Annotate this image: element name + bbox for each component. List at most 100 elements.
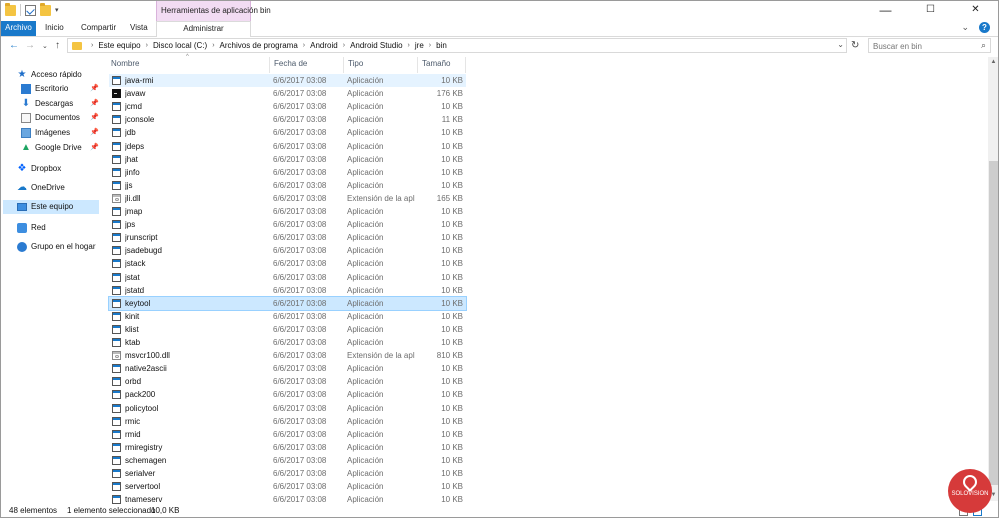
file-row[interactable]: jps 6/6/2017 03:08 Aplicación 10 KB <box>109 218 466 231</box>
address-bar[interactable]: › Este equipo › Disco local (C:) › Archi… <box>67 38 847 53</box>
file-row[interactable]: policytool 6/6/2017 03:08 Aplicación 10 KB <box>109 402 466 415</box>
nav-item-escritorio[interactable]: Escritorio 📌 <box>21 82 99 96</box>
nav-item-dropbox[interactable]: ❖ Dropbox <box>17 162 99 176</box>
file-row[interactable]: native2ascii 6/6/2017 03:08 Aplicación 10 K… <box>109 362 466 375</box>
breadcrumb-separator[interactable]: › <box>343 42 345 49</box>
breadcrumb-android[interactable]: Android <box>310 41 338 50</box>
file-size: 10 KB <box>441 324 463 334</box>
tab-administrar[interactable]: Administrar <box>156 21 251 37</box>
breadcrumb-disco-local[interactable]: Disco local (C:) <box>153 41 207 50</box>
column-header-type[interactable]: Tipo <box>344 57 418 73</box>
tab-archivo[interactable]: Archivo <box>1 21 36 36</box>
file-row[interactable]: pack200 6/6/2017 03:08 Aplicación 10 KB <box>109 388 466 401</box>
nav-item-imagenes[interactable]: Imágenes 📌 <box>21 126 99 140</box>
maximize-button[interactable]: ☐ <box>908 1 953 21</box>
breadcrumb-archivos-de-programa[interactable]: Archivos de programa <box>220 41 298 50</box>
file-row[interactable]: jstack 6/6/2017 03:08 Aplicación 10 KB <box>109 257 466 270</box>
file-row[interactable]: serialver 6/6/2017 03:08 Aplicación 10 KB <box>109 467 466 480</box>
minimize-button[interactable]: — <box>863 1 908 21</box>
column-header-size[interactable]: Tamaño <box>418 57 466 73</box>
file-row[interactable]: rmic 6/6/2017 03:08 Aplicación 10 KB <box>109 415 466 428</box>
nav-item-descargas[interactable]: ⬇ Descargas 📌 <box>21 97 99 111</box>
nav-item-label: OneDrive <box>31 183 65 192</box>
nav-item-grupo-en-el-hogar[interactable]: Grupo en el hogar <box>17 240 99 254</box>
file-name: jhat <box>125 154 138 164</box>
breadcrumb-android-studio[interactable]: Android Studio <box>350 41 402 50</box>
file-row[interactable]: jstatd 6/6/2017 03:08 Aplicación 10 KB <box>109 284 466 297</box>
search-box[interactable]: ⌕ <box>868 38 991 53</box>
expand-ribbon-icon[interactable]: ⌄ <box>961 22 969 33</box>
nav-item-onedrive[interactable]: ☁ OneDrive <box>17 181 99 195</box>
help-icon[interactable]: ? <box>979 22 990 33</box>
properties-icon[interactable] <box>25 4 36 16</box>
pin-icon: 📌 <box>90 100 99 107</box>
vertical-scrollbar[interactable]: ▲ ▼ <box>988 57 998 501</box>
file-size: 165 KB <box>436 193 463 203</box>
breadcrumb-separator[interactable]: › <box>429 42 431 49</box>
file-row[interactable]: jhat 6/6/2017 03:08 Aplicación 10 KB <box>109 153 466 166</box>
file-row[interactable]: jmap 6/6/2017 03:08 Aplicación 10 KB <box>109 205 466 218</box>
search-icon[interactable]: ⌕ <box>981 40 986 51</box>
file-size: 10 KB <box>441 482 463 492</box>
scrollbar-thumb[interactable] <box>989 161 998 485</box>
breadcrumb-separator[interactable]: › <box>146 42 148 49</box>
scroll-up-arrow-icon[interactable]: ▲ <box>988 57 998 68</box>
file-row[interactable]: schemagen 6/6/2017 03:08 Aplicación 10 KB <box>109 454 466 467</box>
nav-item-este-equipo[interactable]: Este equipo <box>3 200 99 214</box>
tab-inicio[interactable]: Inicio <box>45 21 64 36</box>
file-row[interactable]: ktab 6/6/2017 03:08 Aplicación 10 KB <box>109 336 466 349</box>
address-dropdown-icon[interactable]: ⌄ <box>837 40 844 49</box>
file-size: 10 KB <box>441 128 463 138</box>
recent-locations-icon[interactable]: ⌄ <box>42 42 48 50</box>
nav-item-label: Red <box>31 223 46 232</box>
nav-item-documentos[interactable]: Documentos 📌 <box>21 111 99 125</box>
column-header-date[interactable]: Fecha de modifica... <box>270 57 344 82</box>
file-row[interactable]: jdb 6/6/2017 03:08 Aplicación 10 KB <box>109 126 466 139</box>
column-header-name[interactable]: Nombre <box>107 57 270 73</box>
breadcrumb-separator[interactable]: › <box>408 42 410 49</box>
tab-vista[interactable]: Vista <box>130 21 148 36</box>
tab-compartir[interactable]: Compartir <box>81 21 116 36</box>
file-row[interactable]: klist 6/6/2017 03:08 Aplicación 10 KB <box>109 323 466 336</box>
up-arrow-icon[interactable]: ↑ <box>55 40 60 51</box>
file-row[interactable]: rmid 6/6/2017 03:08 Aplicación 10 KB <box>109 428 466 441</box>
file-row[interactable]: jstat 6/6/2017 03:08 Aplicación 10 KB <box>109 271 466 284</box>
search-input[interactable] <box>869 39 977 53</box>
breadcrumb-separator[interactable]: › <box>212 42 214 49</box>
file-row[interactable]: jjs 6/6/2017 03:08 Aplicación 10 KB <box>109 179 466 192</box>
file-row[interactable]: jcmd 6/6/2017 03:08 Aplicación 10 KB <box>109 100 466 113</box>
file-type: Aplicación <box>347 220 384 230</box>
nav-item-acceso-rapido[interactable]: ★ Acceso rápido <box>17 68 99 82</box>
file-row[interactable]: servertool 6/6/2017 03:08 Aplicación 10 KB <box>109 480 466 493</box>
file-row[interactable]: java-rmi 6/6/2017 03:08 Aplicación 10 KB <box>109 74 466 87</box>
file-row[interactable]: jinfo 6/6/2017 03:08 Aplicación 10 KB <box>109 166 466 179</box>
nav-item-red[interactable]: Red <box>17 221 99 235</box>
file-row[interactable]: kinit 6/6/2017 03:08 Aplicación 10 KB <box>109 310 466 323</box>
nav-item-google-drive[interactable]: ▲ Google Drive 📌 <box>21 141 99 155</box>
breadcrumb-separator[interactable]: › <box>91 42 93 49</box>
breadcrumb-este-equipo[interactable]: Este equipo <box>98 41 140 50</box>
file-row[interactable]: jli.dll 6/6/2017 03:08 Extensión de la apl… <box>109 192 466 205</box>
application-icon <box>112 455 121 465</box>
file-row[interactable]: jsadebugd 6/6/2017 03:08 Aplicación 10 KB <box>109 244 466 257</box>
forward-arrow-icon[interactable]: → <box>25 40 35 51</box>
file-row[interactable]: orbd 6/6/2017 03:08 Aplicación 10 KB <box>109 375 466 388</box>
new-folder-icon[interactable] <box>40 2 51 16</box>
customize-toolbar-arrow-icon[interactable]: ▾ <box>55 6 59 14</box>
breadcrumb-separator[interactable]: › <box>303 42 305 49</box>
close-button[interactable]: ✕ <box>953 1 998 21</box>
file-row[interactable]: javaw 6/6/2017 03:08 Aplicación 176 KB <box>109 87 466 100</box>
file-date: 6/6/2017 03:08 <box>273 102 327 112</box>
file-row[interactable]: msvcr100.dll 6/6/2017 03:08 Extensión de l… <box>109 349 466 362</box>
file-date: 6/6/2017 03:08 <box>273 403 327 413</box>
breadcrumb-jre[interactable]: jre <box>415 41 424 50</box>
file-date: 6/6/2017 03:08 <box>273 259 327 269</box>
file-row[interactable]: rmiregistry 6/6/2017 03:08 Aplicación 10 KB <box>109 441 466 454</box>
file-row[interactable]: jdeps 6/6/2017 03:08 Aplicación 10 KB <box>109 140 466 153</box>
file-row[interactable]: keytool 6/6/2017 03:08 Aplicación 10 KB <box>108 295 467 311</box>
refresh-icon[interactable]: ↻ <box>851 40 859 51</box>
file-row[interactable]: jrunscript 6/6/2017 03:08 Aplicación 10 KB <box>109 231 466 244</box>
breadcrumb-bin[interactable]: bin <box>436 41 447 50</box>
file-row[interactable]: jconsole 6/6/2017 03:08 Aplicación 11 KB <box>109 113 466 126</box>
back-arrow-icon[interactable]: ← <box>9 40 19 51</box>
